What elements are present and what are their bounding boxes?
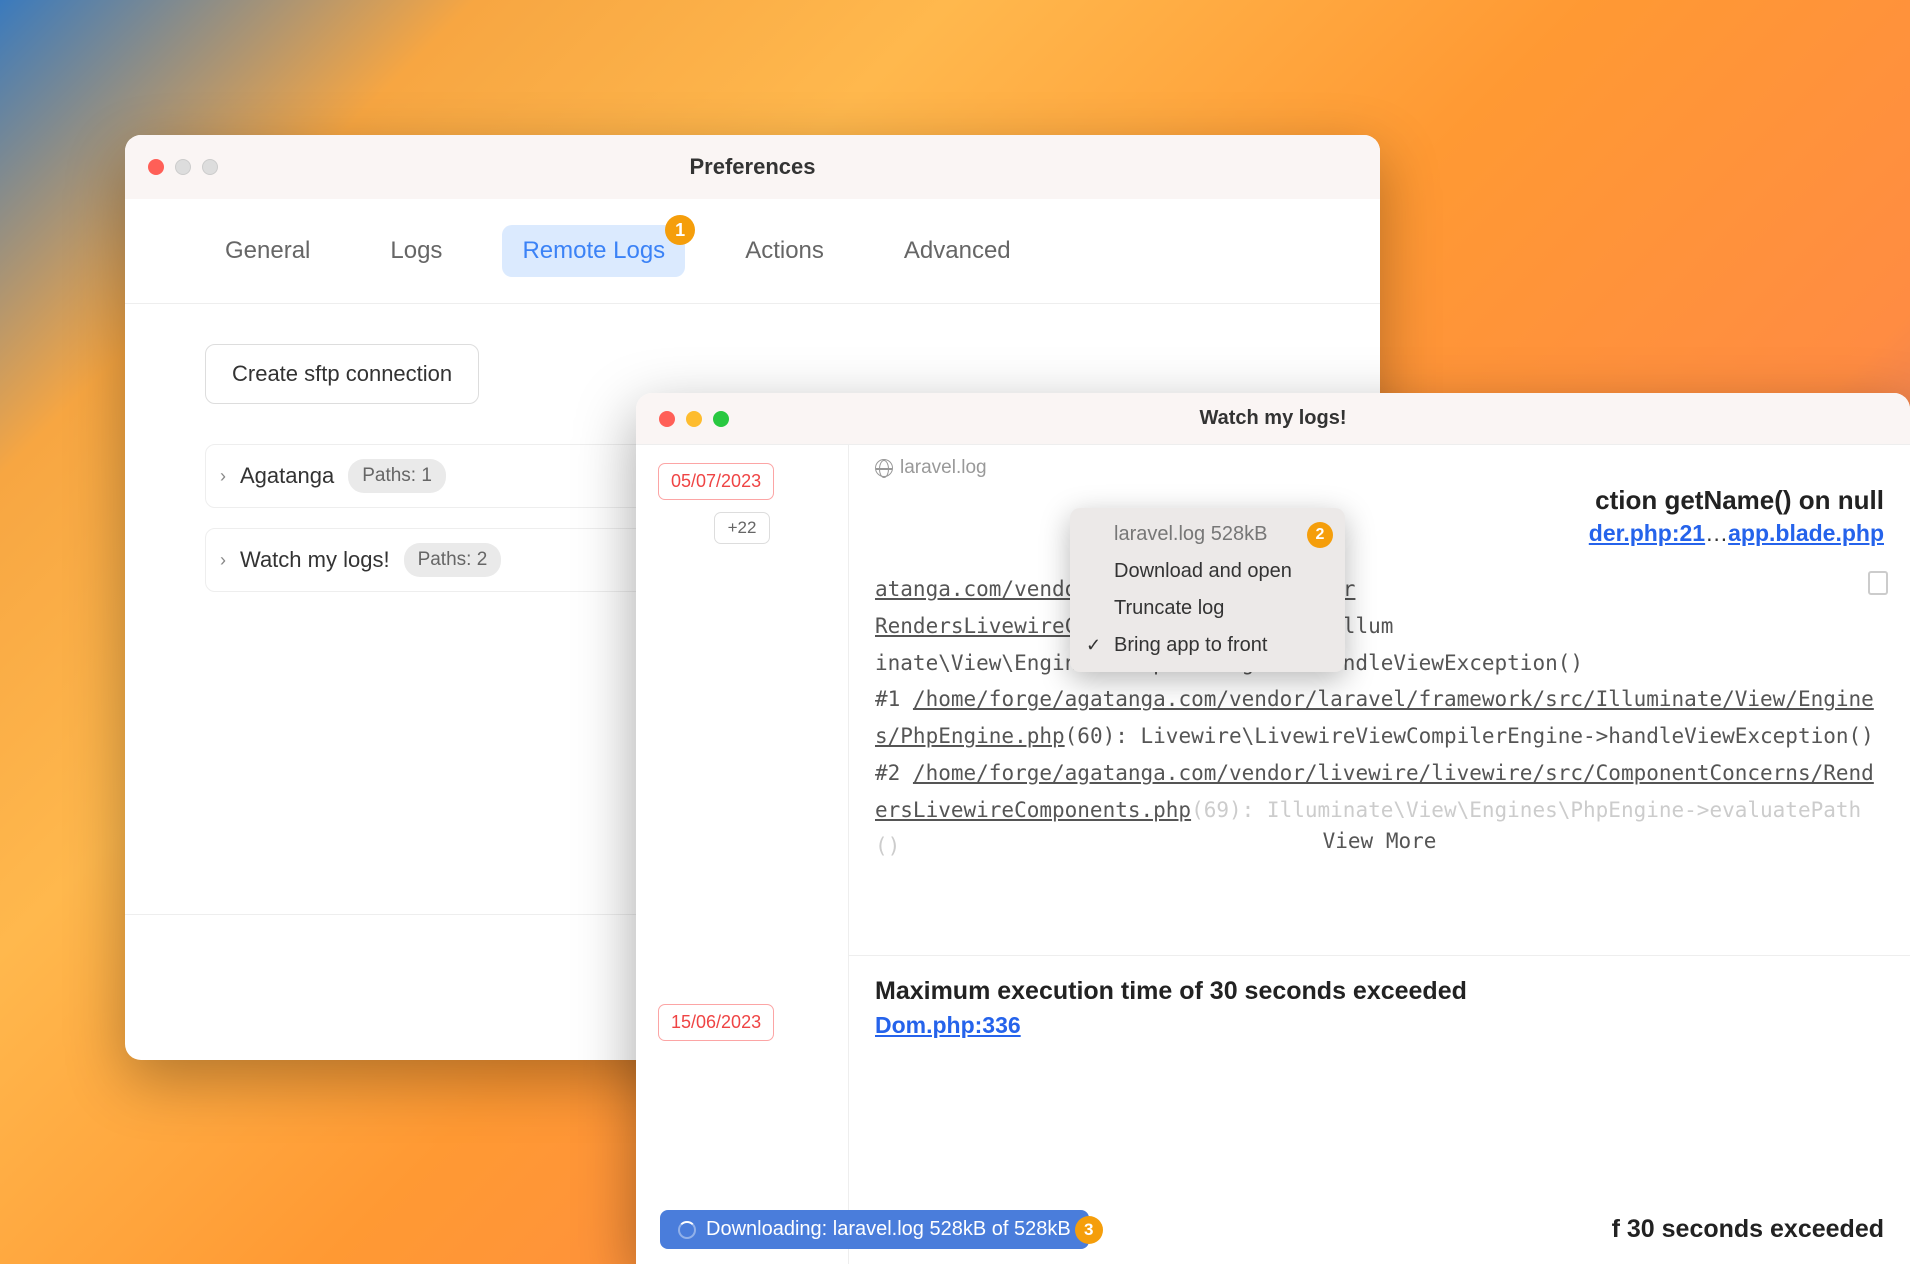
trace-text: #2 — [875, 761, 913, 785]
download-progress-bar: Downloading: laravel.log 528kB of 528kB … — [660, 1210, 1089, 1249]
tab-advanced[interactable]: Advanced — [884, 225, 1031, 277]
error-title: Maximum execution time of 30 seconds exc… — [875, 977, 1467, 1006]
log-entry: ction getName() on null der.php:21…app.b… — [875, 485, 1884, 865]
error-source-link[interactable]: app.blade.php — [1728, 520, 1884, 546]
menu-item-label: laravel.log 528kB — [1114, 523, 1267, 546]
zoom-window-button[interactable] — [713, 411, 729, 427]
date-pill[interactable]: 15/06/2023 — [658, 1004, 774, 1041]
error-title-partial: f 30 seconds exceeded — [1612, 1215, 1884, 1244]
preferences-title: Preferences — [690, 154, 816, 180]
connection-name: Agatanga — [240, 463, 334, 489]
paths-badge: Paths: 1 — [348, 459, 446, 493]
dates-sidebar: 05/07/2023 +22 15/06/2023 — [636, 445, 849, 1264]
close-window-button[interactable] — [148, 159, 164, 175]
log-viewer-title: Watch my logs! — [1199, 407, 1346, 430]
menu-item-label: Bring app to front — [1114, 634, 1267, 657]
tab-actions[interactable]: Actions — [725, 225, 844, 277]
menu-item-bring-to-front[interactable]: ✓ Bring app to front — [1070, 627, 1345, 664]
connection-name: Watch my logs! — [240, 547, 390, 573]
log-entry: Maximum execution time of 30 seconds exc… — [875, 977, 1467, 1039]
view-more-button[interactable]: View More — [1309, 818, 1451, 865]
globe-icon — [875, 459, 893, 477]
close-window-button[interactable] — [659, 411, 675, 427]
log-viewer-titlebar: Watch my logs! — [636, 393, 1910, 445]
chevron-right-icon: › — [220, 550, 226, 571]
create-sftp-connection-button[interactable]: Create sftp connection — [205, 344, 479, 404]
tab-remote-logs-label: Remote Logs — [522, 237, 665, 264]
log-file-header[interactable]: laravel.log — [875, 457, 1884, 479]
copy-icon[interactable] — [1868, 571, 1888, 595]
ellipsis: … — [1705, 520, 1728, 546]
tab-general[interactable]: General — [205, 225, 330, 277]
minimize-window-button[interactable] — [175, 159, 191, 175]
preferences-titlebar: Preferences — [125, 135, 1380, 199]
download-status-text: Downloading: laravel.log 528kB of 528kB — [706, 1218, 1071, 1241]
date-overflow-pill[interactable]: +22 — [714, 512, 770, 544]
tab-remote-logs[interactable]: Remote Logs 1 — [502, 225, 685, 277]
menu-item-download-open[interactable]: Download and open — [1070, 553, 1345, 590]
log-viewer-window: Watch my logs! 05/07/2023 +22 15/06/2023… — [636, 393, 1910, 1264]
log-file-name: laravel.log — [900, 457, 987, 479]
trace-text: #1 — [875, 687, 913, 711]
tab-logs[interactable]: Logs — [370, 225, 462, 277]
error-source-link[interactable]: der.php:21 — [1589, 520, 1705, 546]
spinner-icon — [678, 1221, 696, 1239]
menu-item-file-info: laravel.log 528kB 2 — [1070, 516, 1345, 553]
error-source-link[interactable]: Dom.php:336 — [875, 1012, 1021, 1038]
log-viewer-body: 05/07/2023 +22 15/06/2023 laravel.log ct… — [636, 445, 1910, 1264]
callout-badge-3: 3 — [1075, 1216, 1103, 1244]
window-controls — [148, 159, 218, 175]
callout-badge-1: 1 — [665, 215, 695, 245]
minimize-window-button[interactable] — [686, 411, 702, 427]
divider — [849, 955, 1910, 956]
log-file-context-menu: laravel.log 528kB 2 Download and open Tr… — [1070, 508, 1345, 672]
zoom-window-button[interactable] — [202, 159, 218, 175]
error-title: ction getName() on null — [875, 485, 1884, 516]
callout-badge-2: 2 — [1307, 522, 1333, 548]
window-controls — [659, 411, 729, 427]
date-pill[interactable]: 05/07/2023 — [658, 463, 774, 500]
log-content: laravel.log ction getName() on null der.… — [849, 445, 1910, 1264]
preferences-tabs: General Logs Remote Logs 1 Actions Advan… — [125, 199, 1380, 304]
menu-item-truncate-log[interactable]: Truncate log — [1070, 590, 1345, 627]
paths-badge: Paths: 2 — [404, 543, 502, 577]
chevron-right-icon: › — [220, 466, 226, 487]
trace-text: (60): Livewire\LivewireViewCompilerEngin… — [1065, 724, 1874, 748]
stack-trace: atanga.com/vendor/livewire/livewire/sr R… — [875, 571, 1884, 865]
check-icon: ✓ — [1086, 635, 1101, 656]
